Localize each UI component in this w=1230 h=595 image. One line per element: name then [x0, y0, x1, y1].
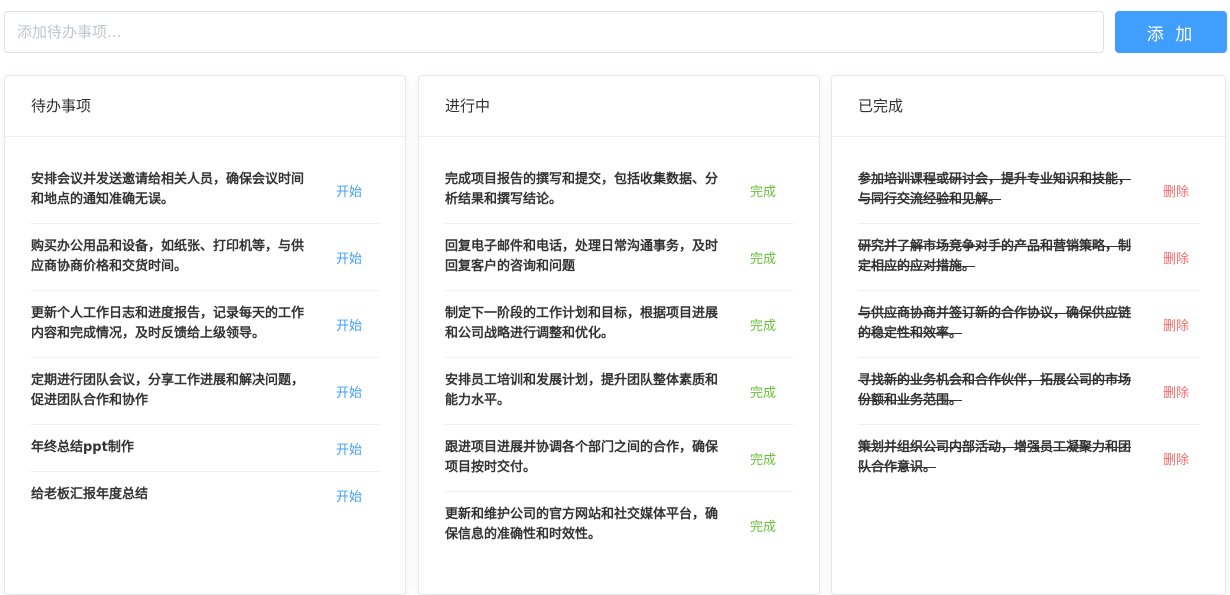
task-item: 与供应商协商并签订新的合作协议，确保供应链的稳定性和效率。 删除 [858, 291, 1199, 358]
start-button[interactable]: 开始 [336, 248, 362, 267]
task-item: 购买办公用品和设备，如纸张、打印机等，与供应商协商价格和交货时间。 开始 [31, 224, 379, 291]
task-item: 参加培训课程或研讨会，提升专业知识和技能，与同行交流经验和见解。 删除 [858, 157, 1199, 224]
task-item: 制定下一阶段的工作计划和目标，根据项目进展和公司战略进行调整和优化。 完成 [445, 291, 793, 358]
task-text: 给老板汇报年度总结 [31, 487, 149, 502]
delete-button[interactable]: 删除 [1163, 449, 1189, 468]
complete-button[interactable]: 完成 [750, 516, 776, 535]
add-task-bar: 添 加 [4, 11, 1227, 55]
task-text: 购买办公用品和设备，如纸张、打印机等，与供应商协商价格和交货时间。 [31, 239, 305, 274]
task-item: 定期进行团队会议，分享工作进展和解决问题，促进团队合作和协作 开始 [31, 358, 379, 425]
task-item: 给老板汇报年度总结 开始 [31, 472, 379, 518]
delete-button[interactable]: 删除 [1163, 181, 1189, 200]
start-button[interactable]: 开始 [336, 439, 362, 458]
task-item: 跟进项目进展并协调各个部门之间的合作，确保项目按时交付。 完成 [445, 425, 793, 492]
task-text: 更新个人工作日志和进度报告，记录每天的工作内容和完成情况，及时反馈给上级领导。 [31, 306, 305, 341]
complete-button[interactable]: 完成 [750, 449, 776, 468]
task-item: 完成项目报告的撰写和提交，包括收集数据、分析结果和撰写结论。 完成 [445, 157, 793, 224]
task-item: 安排员工培训和发展计划，提升团队整体素质和能力水平。 完成 [445, 358, 793, 425]
task-text: 安排会议并发送邀请给相关人员，确保会议时间和地点的通知准确无误。 [31, 172, 305, 207]
delete-button[interactable]: 删除 [1163, 248, 1189, 267]
task-text: 策划并组织公司内部活动，增强员工凝聚力和团队合作意识。 [858, 440, 1132, 475]
done-column-title: 已完成 [832, 76, 1225, 137]
task-item: 策划并组织公司内部活动，增强员工凝聚力和团队合作意识。 删除 [858, 425, 1199, 491]
complete-button[interactable]: 完成 [750, 382, 776, 401]
start-button[interactable]: 开始 [336, 181, 362, 200]
done-column: 已完成 参加培训课程或研讨会，提升专业知识和技能，与同行交流经验和见解。 删除 研究… [831, 75, 1226, 595]
task-text: 与供应商协商并签订新的合作协议，确保供应链的稳定性和效率。 [858, 306, 1132, 341]
task-text: 安排员工培训和发展计划，提升团队整体素质和能力水平。 [445, 373, 719, 408]
task-text: 年终总结ppt制作 [31, 440, 134, 455]
done-list: 参加培训课程或研讨会，提升专业知识和技能，与同行交流经验和见解。 删除 研究并了解市… [832, 137, 1225, 491]
task-input[interactable] [4, 11, 1104, 53]
complete-button[interactable]: 完成 [750, 315, 776, 334]
doing-column: 进行中 完成项目报告的撰写和提交，包括收集数据、分析结果和撰写结论。 完成 回复电子… [418, 75, 820, 595]
task-text: 完成项目报告的撰写和提交，包括收集数据、分析结果和撰写结论。 [445, 172, 719, 207]
doing-list: 完成项目报告的撰写和提交，包括收集数据、分析结果和撰写结论。 完成 回复电子邮件和电… [419, 137, 819, 558]
task-item: 研究并了解市场竞争对手的产品和营销策略，制定相应的应对措施。 删除 [858, 224, 1199, 291]
todo-column: 待办事项 安排会议并发送邀请给相关人员，确保会议时间和地点的通知准确无误。 开始购… [4, 75, 406, 595]
delete-button[interactable]: 删除 [1163, 382, 1189, 401]
start-button[interactable]: 开始 [336, 315, 362, 334]
delete-button[interactable]: 删除 [1163, 315, 1189, 334]
doing-column-title: 进行中 [419, 76, 819, 137]
add-button[interactable]: 添 加 [1115, 11, 1227, 53]
start-button[interactable]: 开始 [336, 486, 362, 505]
task-item: 寻找新的业务机会和合作伙伴，拓展公司的市场份额和业务范围。 删除 [858, 358, 1199, 425]
task-text: 参加培训课程或研讨会，提升专业知识和技能，与同行交流经验和见解。 [858, 172, 1132, 207]
task-text: 寻找新的业务机会和合作伙伴，拓展公司的市场份额和业务范围。 [858, 373, 1132, 408]
todo-list: 安排会议并发送邀请给相关人员，确保会议时间和地点的通知准确无误。 开始 购买办公用品… [5, 137, 405, 518]
task-item: 更新和维护公司的官方网站和社交媒体平台，确保信息的准确性和时效性。 完成 [445, 492, 793, 558]
complete-button[interactable]: 完成 [750, 248, 776, 267]
task-text: 制定下一阶段的工作计划和目标，根据项目进展和公司战略进行调整和优化。 [445, 306, 719, 341]
task-item: 年终总结ppt制作 开始 [31, 425, 379, 472]
start-button[interactable]: 开始 [336, 382, 362, 401]
task-text: 跟进项目进展并协调各个部门之间的合作，确保项目按时交付。 [445, 440, 719, 475]
task-item: 回复电子邮件和电话，处理日常沟通事务，及时回复客户的咨询和问题 完成 [445, 224, 793, 291]
complete-button[interactable]: 完成 [750, 181, 776, 200]
task-text: 更新和维护公司的官方网站和社交媒体平台，确保信息的准确性和时效性。 [445, 507, 719, 542]
task-text: 定期进行团队会议，分享工作进展和解决问题，促进团队合作和协作 [31, 373, 305, 408]
todo-column-title: 待办事项 [5, 76, 405, 137]
task-text: 回复电子邮件和电话，处理日常沟通事务，及时回复客户的咨询和问题 [445, 239, 719, 274]
task-text: 研究并了解市场竞争对手的产品和营销策略，制定相应的应对措施。 [858, 239, 1132, 274]
task-item: 更新个人工作日志和进度报告，记录每天的工作内容和完成情况，及时反馈给上级领导。 开… [31, 291, 379, 358]
task-item: 安排会议并发送邀请给相关人员，确保会议时间和地点的通知准确无误。 开始 [31, 157, 379, 224]
